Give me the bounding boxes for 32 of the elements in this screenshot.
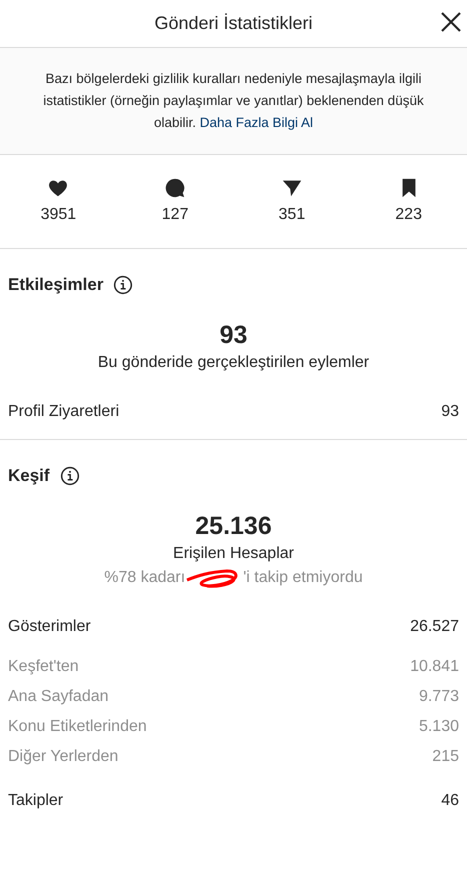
metric-label: Gösterimler [8, 617, 91, 637]
big-number: 93 [220, 320, 248, 351]
dialog-title: Gönderi İstatistikleri [154, 12, 313, 35]
big-number-caption: Erişilen Hesaplar [173, 544, 294, 564]
section-title: Etkileşimler [8, 274, 104, 296]
metric-value: 46 [441, 791, 459, 811]
metric-value: 9.773 [418, 687, 459, 707]
metric-value: 93 [441, 402, 459, 422]
stat-count: 127 [162, 204, 188, 224]
big-number-caption: Bu gönderide gerçekleştirilen eylemler [98, 353, 370, 373]
follower-note-start: %78 kadarı [104, 568, 186, 588]
stat-count: 351 [278, 204, 306, 224]
metric-value: 215 [432, 747, 459, 767]
metric-value: 5.130 [418, 717, 459, 737]
metric-label: Ana Sayfadan [8, 687, 109, 707]
metric-value: 10.841 [410, 657, 459, 677]
speech-bubble-icon [164, 176, 186, 198]
info-icon[interactable] [60, 466, 80, 486]
metric-label: Konu Etiketlerinden [8, 717, 147, 737]
section-title: Keşif [8, 465, 50, 488]
follower-note-end: 'i takip etmiyordu [243, 568, 363, 588]
metric-label: Keşfet'ten [8, 657, 79, 677]
metric-label: Profil Ziyaretleri [8, 402, 120, 422]
metric-label: Diğer Yerlerden [8, 747, 118, 767]
info-icon[interactable] [113, 275, 134, 295]
stat-count: 223 [395, 204, 422, 224]
big-number: 25.136 [195, 511, 272, 542]
metric-value: 26.527 [410, 617, 459, 637]
notice-text: Bazı bölgelerdeki gizlilik kuralları nedeniyle mesajlaşmayla ilgili istatistikler (örneğin paylaşımlar ve yanıtlar) beklenenden düşük olabilir. Daha Fazla Bilgi Al [42, 70, 425, 132]
stat-count: 3951 [40, 204, 76, 224]
learn-more-link[interactable]: Daha Fazla Bilgi Al [200, 115, 314, 130]
metric-label: Takipler [8, 791, 64, 811]
